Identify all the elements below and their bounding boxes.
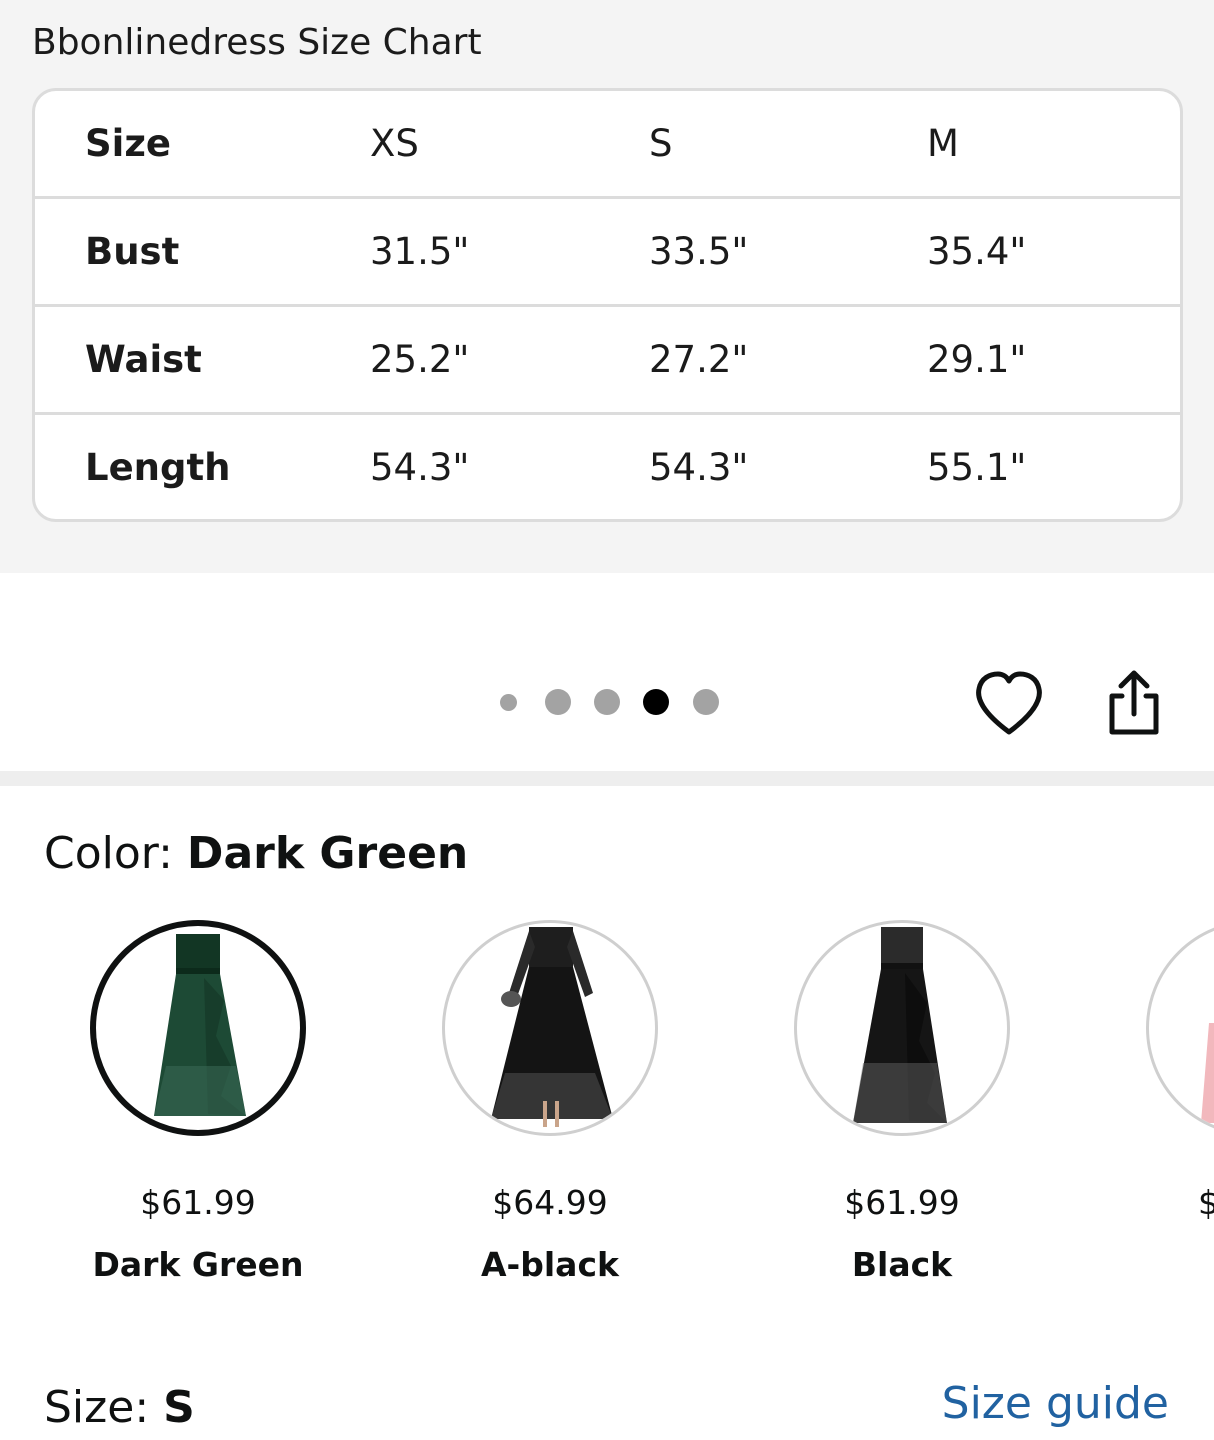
size-chart-table: Size XS S M Bust 31.5" 33.5" 35.4" Waist… xyxy=(32,88,1183,522)
swatch-price: $64.99 xyxy=(492,1183,608,1222)
size-chart-row-bust: Bust 31.5" 33.5" 35.4" xyxy=(35,199,1180,307)
gallery-dot-4-active[interactable] xyxy=(643,689,669,715)
size-chart-section: Bbonlinedress Size Chart Size XS S M Bus… xyxy=(0,0,1214,573)
size-guide-link[interactable]: Size guide xyxy=(942,1376,1169,1432)
color-swatch-pink-partial[interactable]: $ xyxy=(1146,920,1214,1300)
row-label: Waist xyxy=(85,338,202,381)
swatch-image xyxy=(442,920,658,1136)
swatch-name: Black xyxy=(851,1245,953,1284)
color-swatch-dark-green[interactable]: $61.99 Dark Green xyxy=(90,920,310,1300)
color-label: Color: Dark Green xyxy=(44,826,468,882)
swatch-image xyxy=(794,920,1010,1136)
table-cell: 35.4" xyxy=(927,230,1027,273)
gallery-dot-3[interactable] xyxy=(594,689,620,715)
table-cell: 31.5" xyxy=(370,230,470,273)
table-cell: 55.1" xyxy=(927,446,1027,489)
table-cell: 29.1" xyxy=(927,338,1027,381)
row-label: Bust xyxy=(85,230,180,273)
gallery-dot-5[interactable] xyxy=(693,689,719,715)
color-swatch-black[interactable]: $61.99 Black xyxy=(794,920,1014,1300)
size-chart-header-row: Size XS S M xyxy=(35,91,1180,199)
swatch-price: $61.99 xyxy=(140,1183,256,1222)
size-label: Size: S xyxy=(44,1380,195,1436)
size-header-xs: XS xyxy=(370,122,419,165)
swatch-price: $61.99 xyxy=(844,1183,960,1222)
gallery-dot-1[interactable] xyxy=(500,694,517,711)
size-header-m: M xyxy=(927,122,959,165)
heart-icon xyxy=(976,671,1042,735)
size-column-header: Size xyxy=(85,122,171,165)
size-header-s: S xyxy=(649,122,673,165)
swatch-price: $ xyxy=(1198,1183,1214,1222)
table-cell: 33.5" xyxy=(649,230,749,273)
swatch-name: Dark Green xyxy=(92,1245,304,1284)
color-swatch-a-black[interactable]: $64.99 A-black xyxy=(442,920,662,1300)
selected-size-value: S xyxy=(163,1382,195,1433)
dress-thumbnail-a-black xyxy=(491,927,613,1127)
swatch-image xyxy=(90,920,306,1136)
size-chart-row-waist: Waist 25.2" 27.2" 29.1" xyxy=(35,307,1180,415)
dress-thumbnail-black xyxy=(853,927,947,1123)
size-chart-row-length: Length 54.3" 54.3" 55.1" xyxy=(35,415,1180,519)
swatch-name: A-black xyxy=(481,1245,619,1284)
table-cell: 54.3" xyxy=(649,446,749,489)
favorite-button[interactable] xyxy=(972,670,1046,738)
color-label-prefix: Color: xyxy=(44,828,187,879)
table-cell: 25.2" xyxy=(370,338,470,381)
size-chart-title: Bbonlinedress Size Chart xyxy=(32,22,482,63)
swatch-image xyxy=(1146,920,1214,1136)
table-cell: 27.2" xyxy=(649,338,749,381)
share-button[interactable] xyxy=(1100,666,1168,738)
share-icon xyxy=(1109,670,1159,735)
table-cell: 54.3" xyxy=(370,446,470,489)
row-label: Length xyxy=(85,446,231,489)
gallery-dot-2[interactable] xyxy=(545,689,571,715)
size-label-prefix: Size: xyxy=(44,1382,164,1433)
section-divider xyxy=(0,771,1214,786)
selected-color-value: Dark Green xyxy=(186,828,469,879)
dress-thumbnail-pink xyxy=(1201,1023,1214,1123)
dress-thumbnail-dark-green xyxy=(154,934,246,1116)
